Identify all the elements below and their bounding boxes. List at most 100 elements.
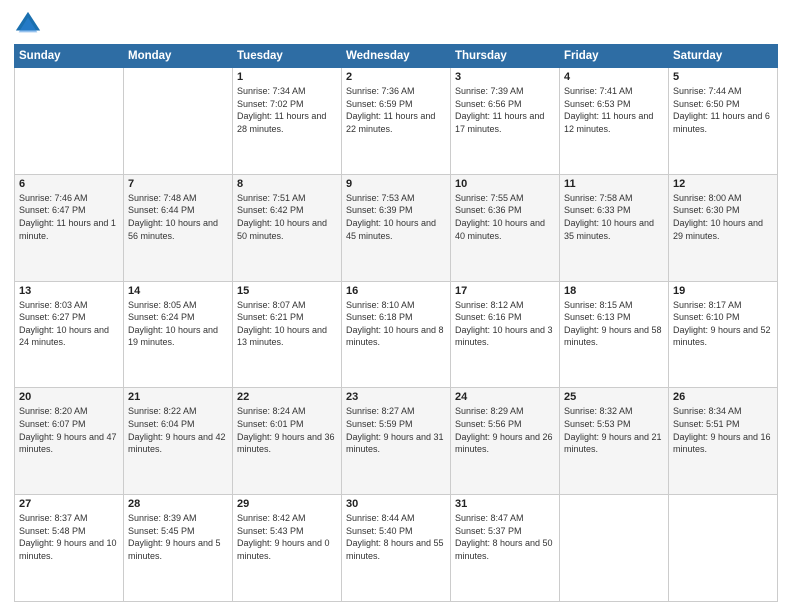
day-info: Sunrise: 8:37 AM Sunset: 5:48 PM Dayligh… bbox=[19, 512, 119, 562]
day-info: Sunrise: 8:20 AM Sunset: 6:07 PM Dayligh… bbox=[19, 405, 119, 455]
day-info: Sunrise: 7:48 AM Sunset: 6:44 PM Dayligh… bbox=[128, 192, 228, 242]
page: SundayMondayTuesdayWednesdayThursdayFrid… bbox=[0, 0, 792, 612]
day-cell: 19 Sunrise: 8:17 AM Sunset: 6:10 PM Dayli… bbox=[669, 281, 778, 388]
day-info: Sunrise: 8:34 AM Sunset: 5:51 PM Dayligh… bbox=[673, 405, 773, 455]
day-cell: 8 Sunrise: 7:51 AM Sunset: 6:42 PM Daylig… bbox=[233, 174, 342, 281]
day-number: 3 bbox=[455, 71, 555, 83]
day-number: 13 bbox=[19, 285, 119, 297]
day-info: Sunrise: 8:07 AM Sunset: 6:21 PM Dayligh… bbox=[237, 299, 337, 349]
day-info: Sunrise: 8:42 AM Sunset: 5:43 PM Dayligh… bbox=[237, 512, 337, 562]
day-info: Sunrise: 7:39 AM Sunset: 6:56 PM Dayligh… bbox=[455, 85, 555, 135]
day-cell: 3 Sunrise: 7:39 AM Sunset: 6:56 PM Daylig… bbox=[451, 68, 560, 175]
day-cell: 31 Sunrise: 8:47 AM Sunset: 5:37 PM Dayli… bbox=[451, 495, 560, 602]
day-cell: 26 Sunrise: 8:34 AM Sunset: 5:51 PM Dayli… bbox=[669, 388, 778, 495]
day-info: Sunrise: 7:41 AM Sunset: 6:53 PM Dayligh… bbox=[564, 85, 664, 135]
day-header-monday: Monday bbox=[124, 45, 233, 68]
week-row-5: 27 Sunrise: 8:37 AM Sunset: 5:48 PM Dayli… bbox=[15, 495, 778, 602]
day-header-saturday: Saturday bbox=[669, 45, 778, 68]
day-number: 17 bbox=[455, 285, 555, 297]
day-number: 24 bbox=[455, 391, 555, 403]
day-number: 5 bbox=[673, 71, 773, 83]
day-header-wednesday: Wednesday bbox=[342, 45, 451, 68]
day-cell bbox=[669, 495, 778, 602]
calendar-header-row: SundayMondayTuesdayWednesdayThursdayFrid… bbox=[15, 45, 778, 68]
day-info: Sunrise: 7:34 AM Sunset: 7:02 PM Dayligh… bbox=[237, 85, 337, 135]
day-number: 14 bbox=[128, 285, 228, 297]
day-number: 29 bbox=[237, 498, 337, 510]
day-cell: 23Sunrise: 8:27 AM Sunset: 5:59 PM Dayli… bbox=[342, 388, 451, 495]
day-cell: 9 Sunrise: 7:53 AM Sunset: 6:39 PM Daylig… bbox=[342, 174, 451, 281]
day-info: Sunrise: 7:36 AM Sunset: 6:59 PM Dayligh… bbox=[346, 85, 446, 135]
logo bbox=[14, 10, 46, 38]
day-info: Sunrise: 8:32 AM Sunset: 5:53 PM Dayligh… bbox=[564, 405, 664, 455]
day-info: Sunrise: 7:46 AM Sunset: 6:47 PM Dayligh… bbox=[19, 192, 119, 242]
day-cell bbox=[124, 68, 233, 175]
day-cell: 20Sunrise: 8:20 AM Sunset: 6:07 PM Dayli… bbox=[15, 388, 124, 495]
day-info: Sunrise: 8:44 AM Sunset: 5:40 PM Dayligh… bbox=[346, 512, 446, 562]
day-cell: 22Sunrise: 8:24 AM Sunset: 6:01 PM Dayli… bbox=[233, 388, 342, 495]
day-cell: 15 Sunrise: 8:07 AM Sunset: 6:21 PM Dayli… bbox=[233, 281, 342, 388]
day-number: 16 bbox=[346, 285, 446, 297]
day-number: 11 bbox=[564, 178, 664, 190]
day-info: Sunrise: 8:03 AM Sunset: 6:27 PM Dayligh… bbox=[19, 299, 119, 349]
day-info: Sunrise: 7:44 AM Sunset: 6:50 PM Dayligh… bbox=[673, 85, 773, 135]
day-info: Sunrise: 7:58 AM Sunset: 6:33 PM Dayligh… bbox=[564, 192, 664, 242]
day-number: 8 bbox=[237, 178, 337, 190]
day-cell: 29 Sunrise: 8:42 AM Sunset: 5:43 PM Dayli… bbox=[233, 495, 342, 602]
day-number: 19 bbox=[673, 285, 773, 297]
day-info: Sunrise: 7:53 AM Sunset: 6:39 PM Dayligh… bbox=[346, 192, 446, 242]
day-cell: 30 Sunrise: 8:44 AM Sunset: 5:40 PM Dayli… bbox=[342, 495, 451, 602]
calendar: SundayMondayTuesdayWednesdayThursdayFrid… bbox=[14, 44, 778, 602]
day-info: Sunrise: 8:39 AM Sunset: 5:45 PM Dayligh… bbox=[128, 512, 228, 562]
day-info: Sunrise: 7:51 AM Sunset: 6:42 PM Dayligh… bbox=[237, 192, 337, 242]
day-number: 10 bbox=[455, 178, 555, 190]
day-info: Sunrise: 8:47 AM Sunset: 5:37 PM Dayligh… bbox=[455, 512, 555, 562]
day-number: 28 bbox=[128, 498, 228, 510]
day-number: 27 bbox=[19, 498, 119, 510]
day-cell: 18Sunrise: 8:15 AM Sunset: 6:13 PM Dayli… bbox=[560, 281, 669, 388]
day-number: 22 bbox=[237, 391, 337, 403]
day-number: 9 bbox=[346, 178, 446, 190]
day-info: Sunrise: 8:17 AM Sunset: 6:10 PM Dayligh… bbox=[673, 299, 773, 349]
day-number: 7 bbox=[128, 178, 228, 190]
day-info: Sunrise: 7:55 AM Sunset: 6:36 PM Dayligh… bbox=[455, 192, 555, 242]
header bbox=[14, 10, 778, 38]
day-number: 31 bbox=[455, 498, 555, 510]
day-cell bbox=[15, 68, 124, 175]
day-info: Sunrise: 8:00 AM Sunset: 6:30 PM Dayligh… bbox=[673, 192, 773, 242]
day-cell: 24Sunrise: 8:29 AM Sunset: 5:56 PM Dayli… bbox=[451, 388, 560, 495]
day-cell: 16 Sunrise: 8:10 AM Sunset: 6:18 PM Dayli… bbox=[342, 281, 451, 388]
day-number: 21 bbox=[128, 391, 228, 403]
week-row-2: 6Sunrise: 7:46 AM Sunset: 6:47 PM Daylig… bbox=[15, 174, 778, 281]
day-number: 4 bbox=[564, 71, 664, 83]
day-cell: 7 Sunrise: 7:48 AM Sunset: 6:44 PM Daylig… bbox=[124, 174, 233, 281]
day-header-friday: Friday bbox=[560, 45, 669, 68]
day-info: Sunrise: 8:12 AM Sunset: 6:16 PM Dayligh… bbox=[455, 299, 555, 349]
day-cell: 17 Sunrise: 8:12 AM Sunset: 6:16 PM Dayli… bbox=[451, 281, 560, 388]
day-cell: 12 Sunrise: 8:00 AM Sunset: 6:30 PM Dayli… bbox=[669, 174, 778, 281]
day-cell: 1 Sunrise: 7:34 AM Sunset: 7:02 PM Daylig… bbox=[233, 68, 342, 175]
day-info: Sunrise: 8:10 AM Sunset: 6:18 PM Dayligh… bbox=[346, 299, 446, 349]
day-number: 1 bbox=[237, 71, 337, 83]
week-row-4: 20Sunrise: 8:20 AM Sunset: 6:07 PM Dayli… bbox=[15, 388, 778, 495]
day-cell: 4 Sunrise: 7:41 AM Sunset: 6:53 PM Daylig… bbox=[560, 68, 669, 175]
day-info: Sunrise: 8:22 AM Sunset: 6:04 PM Dayligh… bbox=[128, 405, 228, 455]
day-cell: 11 Sunrise: 7:58 AM Sunset: 6:33 PM Dayli… bbox=[560, 174, 669, 281]
day-number: 15 bbox=[237, 285, 337, 297]
day-cell bbox=[560, 495, 669, 602]
day-cell: 2 Sunrise: 7:36 AM Sunset: 6:59 PM Daylig… bbox=[342, 68, 451, 175]
day-info: Sunrise: 8:27 AM Sunset: 5:59 PM Dayligh… bbox=[346, 405, 446, 455]
day-header-tuesday: Tuesday bbox=[233, 45, 342, 68]
day-cell: 5 Sunrise: 7:44 AM Sunset: 6:50 PM Daylig… bbox=[669, 68, 778, 175]
day-number: 30 bbox=[346, 498, 446, 510]
day-info: Sunrise: 8:05 AM Sunset: 6:24 PM Dayligh… bbox=[128, 299, 228, 349]
day-cell: 27 Sunrise: 8:37 AM Sunset: 5:48 PM Dayli… bbox=[15, 495, 124, 602]
day-header-thursday: Thursday bbox=[451, 45, 560, 68]
day-number: 26 bbox=[673, 391, 773, 403]
day-cell: 28 Sunrise: 8:39 AM Sunset: 5:45 PM Dayli… bbox=[124, 495, 233, 602]
day-cell: 13 Sunrise: 8:03 AM Sunset: 6:27 PM Dayli… bbox=[15, 281, 124, 388]
day-cell: 10 Sunrise: 7:55 AM Sunset: 6:36 PM Dayli… bbox=[451, 174, 560, 281]
logo-icon bbox=[14, 10, 42, 38]
day-number: 2 bbox=[346, 71, 446, 83]
day-number: 12 bbox=[673, 178, 773, 190]
